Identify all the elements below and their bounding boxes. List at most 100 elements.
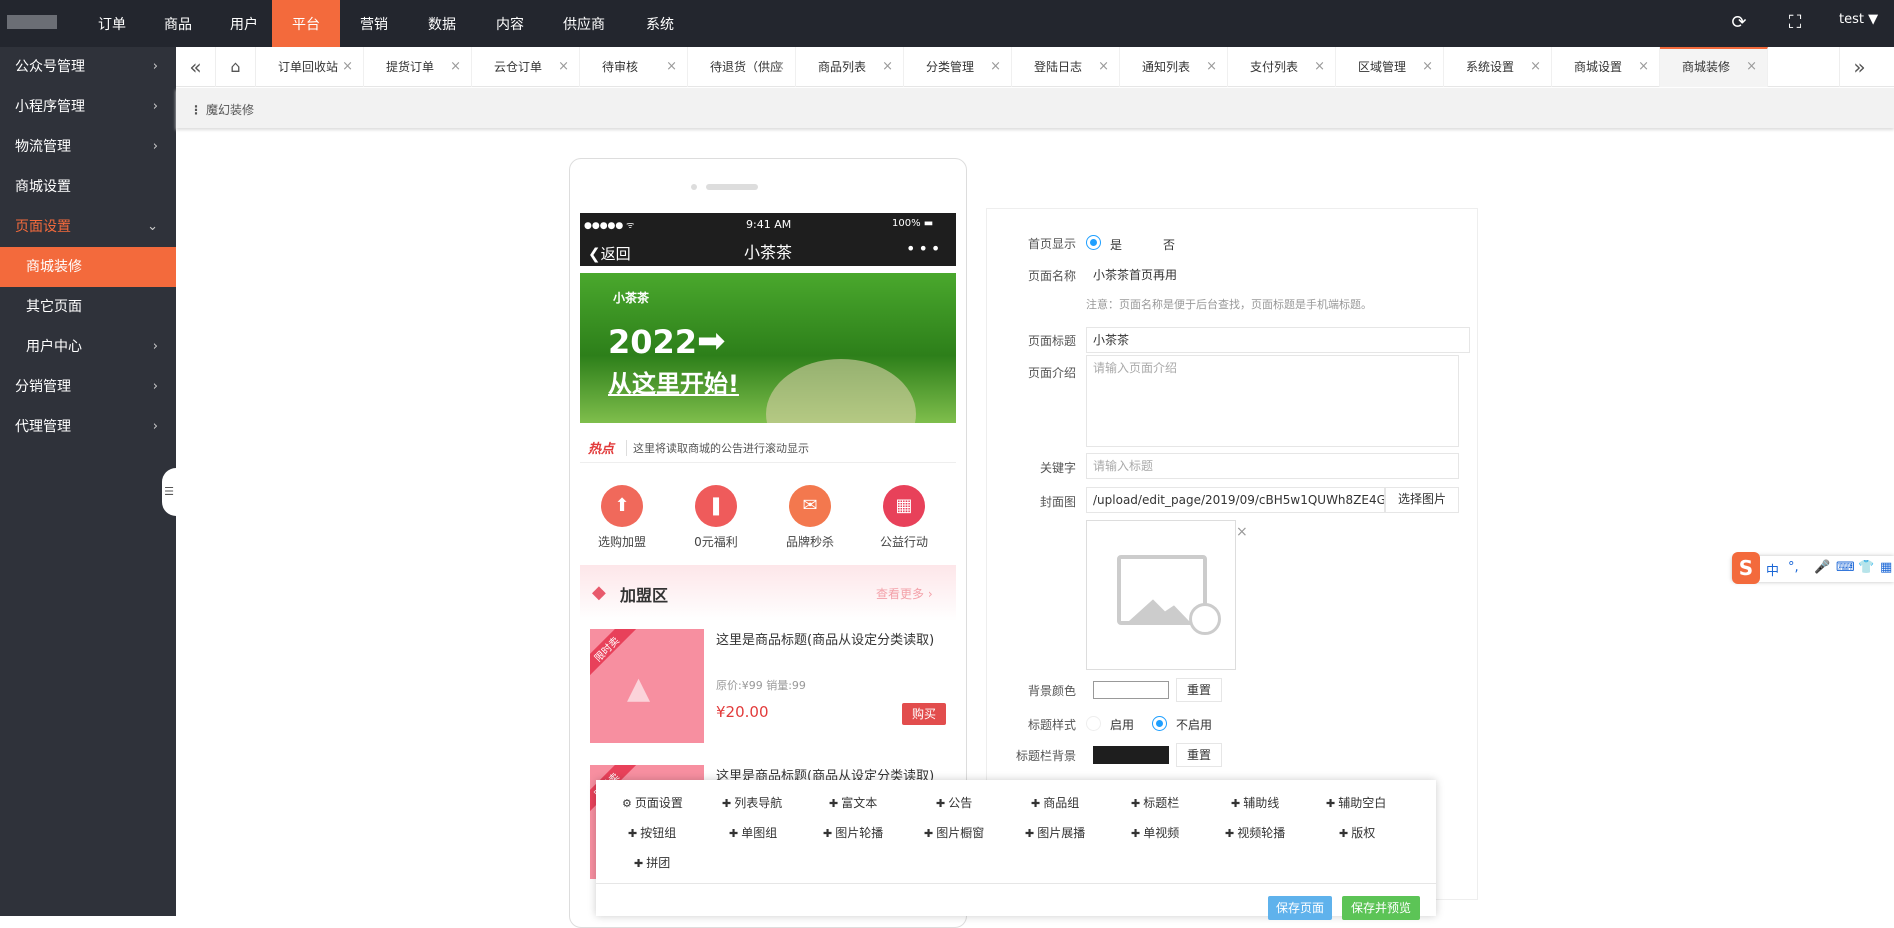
close-icon[interactable]: × xyxy=(882,47,893,87)
close-icon[interactable]: × xyxy=(450,47,461,87)
tab-scroll-right-icon[interactable]: » xyxy=(1839,47,1879,87)
nav-system[interactable]: 系统 xyxy=(624,0,696,47)
close-icon[interactable]: × xyxy=(1098,47,1109,87)
nav-platform[interactable]: 平台 xyxy=(272,0,340,47)
tab-pickup-orders[interactable]: 提货订单 × xyxy=(364,47,472,87)
tab-category[interactable]: 分类管理 × xyxy=(904,47,1012,87)
component-group-buy[interactable]: 拼团 xyxy=(634,854,670,871)
close-icon[interactable]: × xyxy=(1422,47,1433,87)
component-page-settings[interactable]: 页面设置 xyxy=(622,794,683,811)
banner-image[interactable]: 小茶茶 2022 ➡ 从这里开始! xyxy=(580,273,956,423)
ime-punctuation-icon[interactable]: °, xyxy=(1788,560,1799,575)
close-icon[interactable]: × xyxy=(990,47,1001,87)
bg-color-reset-button[interactable]: 重置 xyxy=(1176,678,1222,702)
title-bar-bg-swatch[interactable] xyxy=(1093,746,1169,764)
home-display-no-label[interactable]: 否 xyxy=(1163,236,1175,253)
sidebar-item-official-account[interactable]: 公众号管理 › xyxy=(0,47,176,87)
keyboard-icon[interactable]: ⌨ xyxy=(1836,560,1855,575)
tab-notifications[interactable]: 通知列表 × xyxy=(1120,47,1228,87)
close-icon[interactable]: × xyxy=(342,47,353,87)
nav-supplier[interactable]: 供应商 xyxy=(544,0,624,47)
fullscreen-icon[interactable]: ⛶ xyxy=(1784,12,1806,34)
tab-scroll-left-icon[interactable]: « xyxy=(176,47,216,87)
page-intro-textarea[interactable]: 请输入页面介绍 xyxy=(1086,355,1459,447)
home-display-yes-radio[interactable] xyxy=(1086,235,1101,250)
choose-image-button[interactable]: 选择图片 xyxy=(1385,487,1459,513)
component-notice[interactable]: 公告 xyxy=(936,794,972,811)
title-bar-bg-reset-button[interactable]: 重置 xyxy=(1176,743,1222,767)
tab-payments[interactable]: 支付列表 × xyxy=(1228,47,1336,87)
tab-pending-review[interactable]: 待审核 × xyxy=(580,47,688,87)
product-card[interactable]: 限时卖 ▲ 这里是商品标题(商品从设定分类读取) 原价:¥99 销量:99 ¥2… xyxy=(590,629,946,747)
component-product-group[interactable]: 商品组 xyxy=(1031,794,1079,811)
remove-cover-icon[interactable]: × xyxy=(1236,524,1248,540)
sidebar-toggle-icon[interactable]: ☰ xyxy=(162,468,176,516)
close-icon[interactable]: × xyxy=(666,47,677,87)
nav-orders[interactable]: 订单 xyxy=(80,0,144,47)
section-more-link[interactable]: 查看更多 › xyxy=(876,585,933,602)
component-button-group[interactable]: 按钮组 xyxy=(628,824,676,841)
save-page-button[interactable]: 保存页面 xyxy=(1268,896,1332,920)
close-icon[interactable]: × xyxy=(558,47,569,87)
keyword-input[interactable]: 请输入标题 xyxy=(1086,453,1459,479)
component-image-showcase[interactable]: 图片橱窗 xyxy=(924,824,984,841)
toolbox-icon[interactable]: ▦ xyxy=(1880,560,1892,575)
envelope-icon[interactable]: ✉ xyxy=(789,485,831,527)
home-icon[interactable]: ⌂ xyxy=(216,47,256,87)
tab-login-log[interactable]: 登陆日志 × xyxy=(1012,47,1120,87)
component-rich-text[interactable]: 富文本 xyxy=(829,794,877,811)
sidebar-item-agent[interactable]: 代理管理 › xyxy=(0,407,176,447)
gift-icon[interactable]: ❚ xyxy=(695,485,737,527)
ime-logo-icon[interactable]: S xyxy=(1732,552,1760,584)
save-and-preview-button[interactable]: 保存并预览 xyxy=(1342,896,1420,920)
tab-order-recycle[interactable]: 订单回收站 × xyxy=(256,47,364,87)
component-title-bar[interactable]: 标题栏 xyxy=(1131,794,1179,811)
close-icon[interactable]: × xyxy=(774,47,785,87)
nav-products[interactable]: 商品 xyxy=(144,0,212,47)
component-copyright[interactable]: 版权 xyxy=(1339,824,1375,841)
component-divider[interactable]: 辅助线 xyxy=(1231,794,1279,811)
title-style-on-radio[interactable] xyxy=(1086,716,1101,731)
user-menu[interactable]: test ▼ xyxy=(1839,12,1878,27)
cover-path-input[interactable]: /upload/edit_page/2019/09/cBH5w1QUWh8ZE4… xyxy=(1086,487,1385,513)
tab-system-settings[interactable]: 系统设置 × xyxy=(1444,47,1552,87)
component-single-image[interactable]: 单图组 xyxy=(729,824,777,841)
component-image-gallery[interactable]: 图片展播 xyxy=(1025,824,1085,841)
sidebar-item-distribution[interactable]: 分销管理 › xyxy=(0,367,176,407)
nav-content[interactable]: 内容 xyxy=(476,0,544,47)
sidebar-item-user-center[interactable]: 用户中心 › xyxy=(0,327,176,367)
bg-color-swatch[interactable] xyxy=(1093,681,1169,699)
skin-icon[interactable]: 👕 xyxy=(1858,560,1874,575)
tab-mall-decoration[interactable]: 商城装修 × xyxy=(1660,47,1768,87)
refresh-icon[interactable]: ⟳ xyxy=(1728,12,1750,34)
component-single-video[interactable]: 单视频 xyxy=(1131,824,1179,841)
sidebar-item-mall-decoration[interactable]: 商城装修 xyxy=(0,247,176,287)
page-name-input[interactable]: 小茶茶首页再用 xyxy=(1086,262,1470,288)
close-icon[interactable]: × xyxy=(1314,47,1325,87)
component-spacer[interactable]: 辅助空白 xyxy=(1326,794,1386,811)
close-icon[interactable]: × xyxy=(1530,47,1541,87)
title-style-off-radio[interactable] xyxy=(1152,716,1167,731)
more-icon[interactable]: ••• xyxy=(906,239,943,258)
close-icon[interactable]: × xyxy=(1638,47,1649,87)
close-icon[interactable]: × xyxy=(1746,49,1757,85)
sidebar-item-miniprogram[interactable]: 小程序管理 › xyxy=(0,87,176,127)
page-title-input[interactable]: 小茶茶 xyxy=(1086,327,1470,353)
nav-marketing[interactable]: 营销 xyxy=(340,0,408,47)
nav-data[interactable]: 数据 xyxy=(408,0,476,47)
sidebar-item-other-pages[interactable]: 其它页面 xyxy=(0,287,176,327)
grid-icon[interactable]: ▦ xyxy=(883,485,925,527)
notice-bar[interactable]: 热点 这里将读取商城的公告进行滚动显示 xyxy=(580,431,956,463)
tab-cloud-orders[interactable]: 云仓订单 × xyxy=(472,47,580,87)
component-video-carousel[interactable]: 视频轮播 xyxy=(1225,824,1285,841)
component-image-carousel[interactable]: 图片轮播 xyxy=(823,824,883,841)
tab-regions[interactable]: 区域管理 × xyxy=(1336,47,1444,87)
nav-users[interactable]: 用户 xyxy=(212,0,276,47)
tab-mall-settings[interactable]: 商城设置 × xyxy=(1552,47,1660,87)
sidebar-item-page-settings[interactable]: 页面设置 ⌄ xyxy=(0,207,176,247)
buy-button[interactable]: 购买 xyxy=(902,703,946,725)
sidebar-item-logistics[interactable]: 物流管理 › xyxy=(0,127,176,167)
tab-product-list[interactable]: 商品列表 × xyxy=(796,47,904,87)
close-icon[interactable]: × xyxy=(1206,47,1217,87)
sidebar-item-mall-settings[interactable]: 商城设置 xyxy=(0,167,176,207)
